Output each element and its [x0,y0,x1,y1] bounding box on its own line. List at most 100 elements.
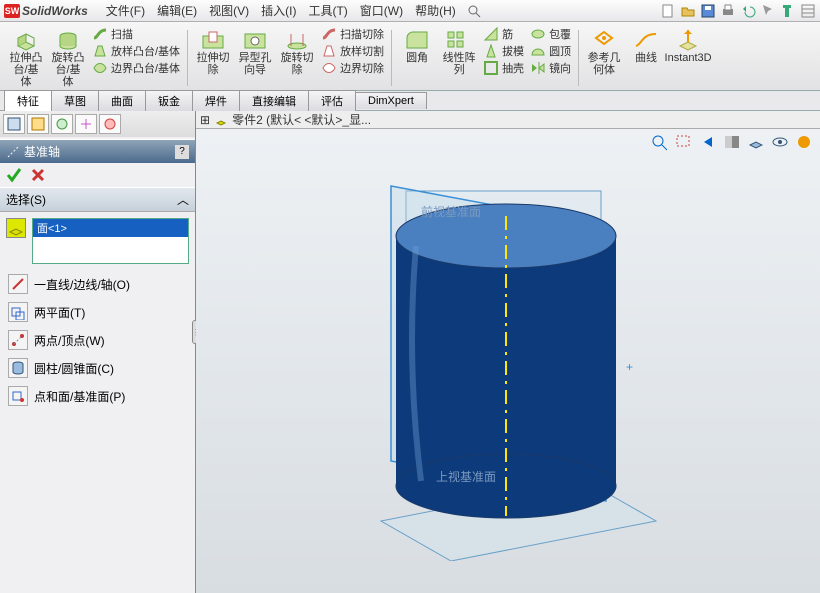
tab-weldment[interactable]: 焊件 [192,90,240,111]
extrude-icon [12,28,40,52]
two-plane-icon [8,302,28,322]
point-face-icon [8,386,28,406]
opt-point-face[interactable]: 点和面/基准面(P) [0,382,195,410]
options-icon[interactable] [800,3,816,19]
menu-edit[interactable]: 编辑(E) [151,2,203,19]
loft-icon [92,43,108,59]
menu-window[interactable]: 窗口(W) [354,2,409,19]
rib-loft[interactable]: 放样凸台/基体 [90,43,182,59]
tab-surface[interactable]: 曲面 [98,90,146,111]
tab-feature[interactable]: 特征 [4,90,52,111]
rib-refgeom[interactable]: 参考几 何体 [584,26,624,90]
zoom-fit-icon[interactable] [650,133,670,151]
rib-wrap[interactable]: 包覆 [528,26,573,42]
rib-extruded-cut[interactable]: 拉伸切 除 [193,26,233,90]
save-icon[interactable] [700,3,716,19]
tab-sheetmetal[interactable]: 钣金 [145,90,193,111]
rib-swept-cut[interactable]: 扫描切除 [319,26,386,42]
fm-tab-dimxpert-mgr[interactable] [75,114,97,134]
open-icon[interactable] [680,3,696,19]
hide-show-icon[interactable] [770,133,790,151]
wrap-icon [530,26,546,42]
select-icon[interactable] [760,3,776,19]
selection-list[interactable]: 面<1> [32,218,189,264]
menu-tools[interactable]: 工具(T) [302,2,353,19]
print-icon[interactable] [720,3,736,19]
tab-direct-edit[interactable]: 直接编辑 [239,90,309,111]
opt-cylinder[interactable]: 圆柱/圆锥面(C) [0,354,195,382]
selected-face-item[interactable]: 面<1> [33,219,188,237]
tab-evaluate[interactable]: 评估 [308,90,356,111]
tab-dimxpert[interactable]: DimXpert [355,92,427,109]
rib-revolve-label: 旋转凸 台/基体 [50,52,86,88]
graphics-viewport[interactable]: ⊞ 零件2 (默认< <默认>_显... [196,111,820,593]
opt-two-plane[interactable]: 两平面(T) [0,298,195,326]
model-view: 前视基准面 上视基准面 + [346,181,686,561]
fm-tab-display-mgr[interactable] [99,114,121,134]
curves-icon [632,28,660,52]
rib-shell[interactable]: 抽壳 [481,60,526,76]
rebuild-icon[interactable] [780,3,796,19]
instant3d-icon [674,28,702,52]
rib-fillet[interactable]: 圆角 [397,26,437,90]
collapse-icon: ︿ [177,191,189,208]
ok-icon[interactable] [6,167,22,183]
document-header: ⊞ 零件2 (默认< <默认>_显... [196,111,820,129]
sweep-icon [92,26,108,42]
menu-help[interactable]: 帮助(H) [409,2,462,19]
display-style-icon[interactable] [746,133,766,151]
cylinder-icon [8,358,28,378]
search-icon[interactable] [466,3,482,19]
help-icon[interactable]: ? [175,145,189,159]
hole-wizard-icon [241,28,269,52]
menu-view[interactable]: 视图(V) [203,2,255,19]
rib-sweep[interactable]: 扫描 [90,26,135,42]
rib-rib[interactable]: 筋 [481,26,515,42]
rib-draft[interactable]: 拔模 [481,43,526,59]
rib-hole-wizard[interactable]: 异型孔 向导 [235,26,275,90]
rib-dome[interactable]: 圆顶 [528,43,573,59]
previous-view-icon[interactable] [698,133,718,151]
linear-pattern-icon [445,28,473,52]
fm-tab-config-mgr[interactable] [51,114,73,134]
fillet-icon [403,28,431,52]
app-logo: SW [4,4,20,18]
fm-tab-property-mgr[interactable] [27,114,49,134]
cancel-icon[interactable] [30,167,46,183]
face-pick-icon[interactable] [6,218,26,238]
rib-mirror[interactable]: 镜向 [528,60,573,76]
pm-confirm-bar [0,163,195,187]
undo-icon[interactable] [740,3,756,19]
selection-list-row: 面<1> [6,218,189,264]
rib-linear-pattern[interactable]: 线性阵 列 [439,26,479,90]
menu-insert[interactable]: 插入(I) [255,2,302,19]
front-plane-label: 前视基准面 [421,204,481,219]
revolved-cut-icon [283,28,311,52]
lofted-cut-icon [321,43,337,59]
property-manager-panel: 基准轴 ? 选择(S) ︿ 面<1> 一直线/边线/轴(O) 两平面(T) [0,111,196,593]
rib-curves[interactable]: 曲线 [626,26,666,90]
rib-revolved-cut[interactable]: 旋转切 除 [277,26,317,90]
top-plane-label: 上视基准面 [436,469,496,484]
section-view-icon[interactable] [722,133,742,151]
tab-sketch[interactable]: 草图 [51,90,99,111]
new-icon[interactable] [660,3,676,19]
appearance-icon[interactable] [794,133,814,151]
rib-boundary-cut[interactable]: 边界切除 [319,60,386,76]
rib-extrude[interactable]: 拉伸凸 台/基体 [6,26,46,90]
select-header[interactable]: 选择(S) ︿ [0,187,195,212]
rib-icon [483,26,499,42]
opt-line[interactable]: 一直线/边线/轴(O) [0,270,195,298]
rib-extrude-label: 拉伸凸 台/基体 [8,52,44,88]
fm-tab-feature-tree[interactable] [3,114,25,134]
rib-lofted-cut[interactable]: 放样切割 [319,43,386,59]
expand-tree-icon[interactable]: ⊞ [200,113,210,127]
opt-two-point[interactable]: 两点/顶点(W) [0,326,195,354]
menu-file[interactable]: 文件(F) [100,2,151,19]
shell-icon [483,60,499,76]
rib-boundary[interactable]: 边界凸台/基体 [90,60,182,76]
rib-revolve[interactable]: 旋转凸 台/基体 [48,26,88,90]
two-point-icon [8,330,28,350]
rib-instant3d[interactable]: Instant3D [668,26,708,90]
zoom-area-icon[interactable] [674,133,694,151]
